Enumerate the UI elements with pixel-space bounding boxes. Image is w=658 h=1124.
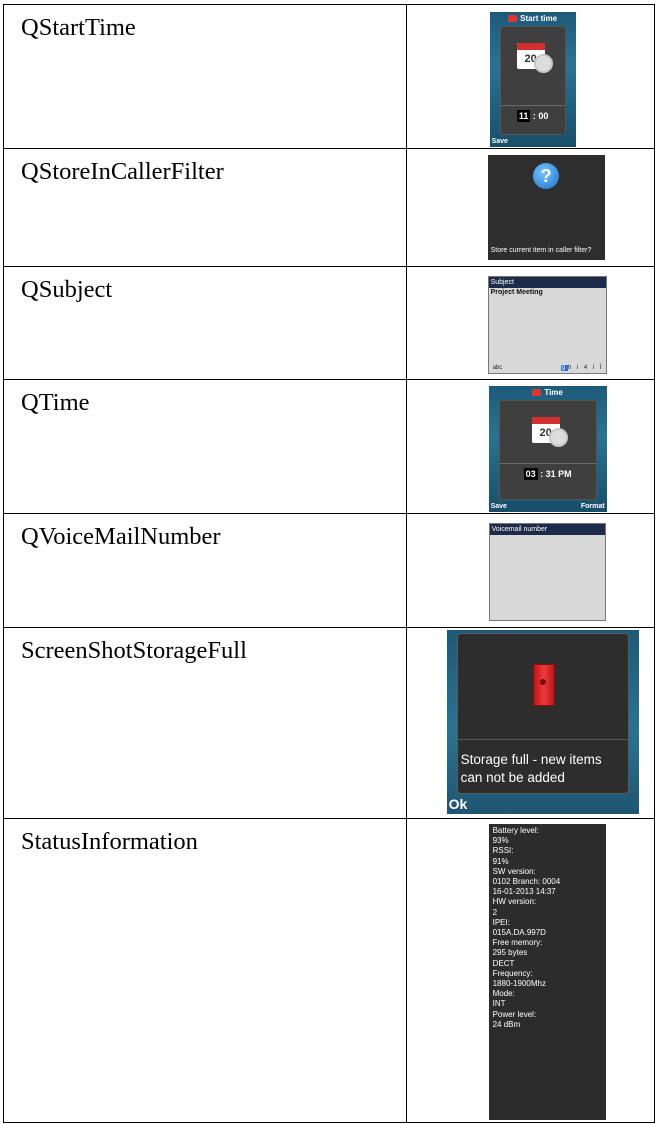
table-row: QStoreInCallerFilter ? Store current ite… xyxy=(3,148,656,267)
clock-icon xyxy=(533,54,553,73)
dialog-panel: 20 11 : 00 xyxy=(499,26,566,135)
row-name: QTime xyxy=(21,389,90,416)
screenshot-cell: Voicemail number xyxy=(405,513,656,628)
status-line: IPEI: xyxy=(492,917,510,927)
time-screen: Time 20 03 : 31 PM Save Format xyxy=(488,386,607,512)
screenshot-cell: ? Store current item in caller filter? xyxy=(405,148,656,267)
row-name: ScreenShotStorageFull xyxy=(21,637,247,664)
status-screen: Battery level: 93% RSSI: 91% SW version: 0102… xyxy=(488,824,606,1120)
start-time-screen: Start time 20 11 : 00 Save xyxy=(489,12,576,147)
name-cell: ScreenShotStorageFull xyxy=(3,627,407,819)
status-line: 2 xyxy=(492,907,498,917)
status-line: 93% xyxy=(492,836,509,846)
status-list: Battery level: 93% RSSI: 91% SW version: 0102… xyxy=(493,826,602,1030)
screenshot-cell: Subject Project Meeting abc gh i 4 i Ï xyxy=(405,266,656,380)
dialog-panel: 20 03 : 31 PM xyxy=(498,400,597,500)
name-cell: QSubject xyxy=(3,266,407,380)
dialog-panel: Storage full - new items can not be adde… xyxy=(456,633,629,794)
status-line: Mode: xyxy=(492,989,515,999)
status-line: 0102 Branch: 0004 xyxy=(492,877,561,887)
status-line: Free memory: xyxy=(492,938,543,948)
status-line: 24 dBm xyxy=(492,1019,521,1029)
row-name: StatusInformation xyxy=(21,828,198,855)
name-cell: StatusInformation xyxy=(3,818,407,1123)
screenshot-cell: Battery level: 93% RSSI: 91% SW version: 0102… xyxy=(405,818,656,1123)
screenshot-cell: Start time 20 11 : 00 Save xyxy=(405,4,656,149)
status-line: Battery level: xyxy=(492,826,539,835)
screen-header: Subject xyxy=(488,277,606,288)
storage-icon xyxy=(532,664,555,706)
minute-field[interactable]: : 00 xyxy=(533,111,549,121)
row-name: QSubject xyxy=(21,276,113,303)
name-cell: QTime xyxy=(3,379,407,514)
dialog-message: Store current item in caller filter? xyxy=(490,247,592,254)
calendar-clock-icon: 20 xyxy=(516,43,553,73)
dialog-message: Storage full - new items can not be adde… xyxy=(460,752,602,785)
table-row: QTime Time 20 03 : 31 PM Save Format xyxy=(3,379,656,514)
table-row: StatusInformation Battery level: 93% RSSI:… xyxy=(3,818,656,1123)
subject-text[interactable]: Project Meeting xyxy=(489,288,606,297)
voicemail-screen: Voicemail number xyxy=(488,523,606,621)
name-cell: QStartTime xyxy=(3,4,407,149)
ok-softkey[interactable]: Ok xyxy=(449,796,468,812)
status-line: SW version: xyxy=(492,866,536,876)
table-row: QStartTime Start time 20 11 : 00 Save xyxy=(3,4,656,149)
status-line: 1880-1900Mhz xyxy=(492,979,546,989)
softkey-bar: Save xyxy=(490,136,576,147)
format-softkey[interactable]: Format xyxy=(581,501,605,512)
subject-screen: Subject Project Meeting abc gh i 4 i Ï xyxy=(487,276,607,374)
row-name: QStartTime xyxy=(21,14,136,41)
status-line: Frequency: xyxy=(492,968,533,978)
hour-field[interactable]: 03 xyxy=(523,468,538,480)
dialog-title: Time xyxy=(489,388,607,397)
status-line: INT xyxy=(492,999,506,1009)
input-footer: abc gh i 4 i Ï xyxy=(489,363,606,373)
store-filter-screen: ? Store current item in caller filter? xyxy=(487,155,605,260)
save-softkey[interactable]: Save xyxy=(492,136,508,147)
question-icon: ? xyxy=(533,163,560,189)
hour-field[interactable]: 11 xyxy=(516,110,531,122)
status-line: 015A.DA.997D xyxy=(492,928,546,938)
table-row: ScreenShotStorageFull Storage full - new… xyxy=(3,627,656,819)
input-mode: abc xyxy=(492,365,503,371)
minute-field[interactable]: : 31 PM xyxy=(540,469,572,479)
status-line: 295 bytes xyxy=(492,948,528,958)
screenshot-cell: Storage full - new items can not be adde… xyxy=(405,627,656,819)
screen-header: Voicemail number xyxy=(489,524,605,535)
calendar-icon xyxy=(508,15,518,22)
calendar-icon xyxy=(532,389,542,396)
key-suggestions[interactable]: gh i 4 i Ï xyxy=(560,363,604,373)
storage-full-screen: Storage full - new items can not be adde… xyxy=(446,630,639,814)
document-table: QStartTime Start time 20 11 : 00 Save QS… xyxy=(3,4,656,1123)
softkey-bar: Save Format xyxy=(489,501,607,512)
table-row: QSubject Subject Project Meeting abc gh … xyxy=(3,266,656,380)
status-line: HW version: xyxy=(492,897,537,907)
time-field[interactable]: 11 : 00 xyxy=(500,105,565,126)
dialog-title: Start time xyxy=(490,14,576,23)
divider xyxy=(457,739,628,740)
row-name: QStoreInCallerFilter xyxy=(21,158,224,185)
time-field[interactable]: 03 : 31 PM xyxy=(499,463,596,484)
status-line: 91% xyxy=(492,856,509,866)
table-row: QVoiceMailNumber Voicemail number xyxy=(3,513,656,628)
status-line: RSSI: xyxy=(492,846,514,856)
save-softkey[interactable]: Save xyxy=(491,501,507,512)
clock-icon xyxy=(548,428,568,447)
status-line: 16-01-2013 14:37 xyxy=(492,887,556,897)
screenshot-cell: Time 20 03 : 31 PM Save Format xyxy=(405,379,656,514)
status-line: Power level: xyxy=(492,1009,537,1019)
name-cell: QStoreInCallerFilter xyxy=(3,148,407,267)
status-line: DECT xyxy=(492,958,515,968)
name-cell: QVoiceMailNumber xyxy=(3,513,407,628)
calendar-clock-icon: 20 xyxy=(531,417,568,447)
row-name: QVoiceMailNumber xyxy=(21,523,221,550)
